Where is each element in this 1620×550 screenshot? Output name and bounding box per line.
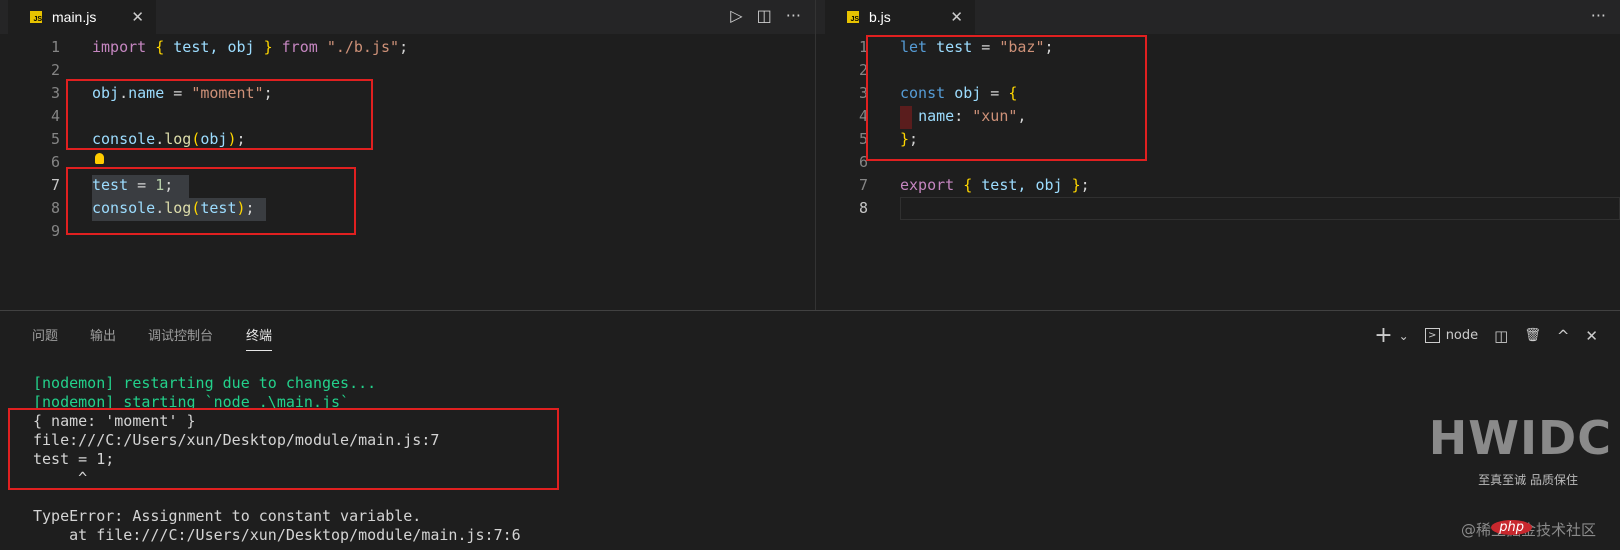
code-token: import: [92, 38, 147, 56]
line-number: 6: [858, 153, 868, 171]
more-icon[interactable]: ···: [786, 6, 801, 25]
line-number: 8: [858, 199, 868, 217]
line-number: 3: [50, 84, 60, 102]
more-icon[interactable]: ···: [1591, 6, 1606, 25]
line-number: 9: [50, 222, 60, 240]
close-icon[interactable]: ✕: [131, 8, 144, 26]
maximize-panel-icon[interactable]: ^: [1557, 327, 1570, 345]
terminal-line: [nodemon] restarting due to changes...: [33, 374, 377, 392]
watermark-slogan: 至真至诚 品质保住: [1478, 473, 1578, 487]
line-number: 1: [50, 38, 60, 56]
js-file-icon: JS: [30, 11, 42, 23]
tab-problems[interactable]: 问题: [32, 325, 58, 344]
line-number: 3: [858, 84, 868, 102]
line-number: 2: [858, 61, 868, 79]
code-line: export { test, obj };: [900, 174, 1090, 197]
tab-b-js[interactable]: JS b.js ✕: [825, 0, 975, 34]
code-token: {: [963, 176, 973, 194]
code-token: export: [900, 176, 955, 194]
editor-actions: ▷ ◫ ···: [730, 6, 801, 25]
annotation-box: [66, 167, 356, 235]
shell-name: node: [1445, 328, 1479, 343]
chevron-down-icon[interactable]: ⌄: [1399, 329, 1409, 343]
line-number: 2: [50, 61, 60, 79]
line-number: 7: [858, 176, 868, 194]
code-token: test, obj: [972, 176, 1072, 194]
current-line-highlight: [900, 197, 1620, 220]
terminal-icon: >: [1424, 328, 1440, 343]
tab-label: b.js: [869, 9, 891, 25]
annotation-box: [866, 35, 1147, 161]
split-editor-icon[interactable]: ◫: [757, 6, 772, 25]
code-token: }: [263, 38, 273, 56]
run-icon[interactable]: ▷: [730, 6, 742, 25]
close-icon[interactable]: ✕: [950, 8, 963, 26]
close-panel-icon[interactable]: ✕: [1585, 327, 1598, 345]
add-terminal-icon[interactable]: +: [1374, 323, 1392, 348]
annotation-box: [66, 79, 373, 150]
php-logo: php: [1491, 520, 1532, 535]
line-number: 5: [50, 130, 60, 148]
line-number: 4: [50, 107, 60, 125]
tab-label: main.js: [52, 9, 97, 25]
line-number: 5: [858, 130, 868, 148]
terminal-selector[interactable]: > node: [1424, 328, 1479, 343]
bottom-panel: 问题 输出 调试控制台 终端 + ⌄ > node ◫ 🗑 ^ ✕ [nodem…: [0, 310, 1620, 550]
line-number: 4: [858, 107, 868, 125]
tab-main-js[interactable]: JS main.js ✕: [8, 0, 156, 34]
code-token: "./b.js": [326, 38, 400, 56]
code-token: ;: [399, 38, 409, 56]
code-line: import { test, obj } from "./b.js";: [92, 36, 408, 59]
annotation-box: [8, 408, 559, 490]
line-number: 7: [50, 176, 60, 194]
terminal-actions: + ⌄ > node ◫ 🗑 ^ ✕: [1374, 323, 1598, 348]
right-tab-bar: JS b.js ✕ ···: [815, 0, 1620, 34]
trash-icon[interactable]: 🗑: [1524, 328, 1541, 343]
watermark-brand: HWIDC: [1428, 411, 1612, 465]
code-token: }: [1071, 176, 1081, 194]
code-token: ;: [1080, 176, 1090, 194]
terminal-line: TypeError: Assignment to constant variab…: [33, 507, 422, 525]
left-tab-bar: JS main.js ✕ ▷ ◫ ···: [0, 0, 815, 34]
code-token: from: [281, 38, 318, 56]
lightbulb-icon[interactable]: [95, 153, 104, 164]
line-number: 1: [858, 38, 868, 56]
tab-debug-console[interactable]: 调试控制台: [148, 325, 213, 344]
line-number: 8: [50, 199, 60, 217]
terminal-line: at file:///C:/Users/xun/Desktop/module/m…: [33, 526, 521, 544]
split-terminal-icon[interactable]: ◫: [1494, 327, 1508, 345]
tab-output[interactable]: 输出: [90, 325, 116, 344]
code-token: test, obj: [164, 38, 264, 56]
editor-actions: ···: [1591, 6, 1606, 25]
js-file-icon: JS: [847, 11, 859, 23]
code-token: {: [155, 38, 165, 56]
line-number: 6: [50, 153, 60, 171]
tab-terminal[interactable]: 终端: [246, 325, 273, 351]
